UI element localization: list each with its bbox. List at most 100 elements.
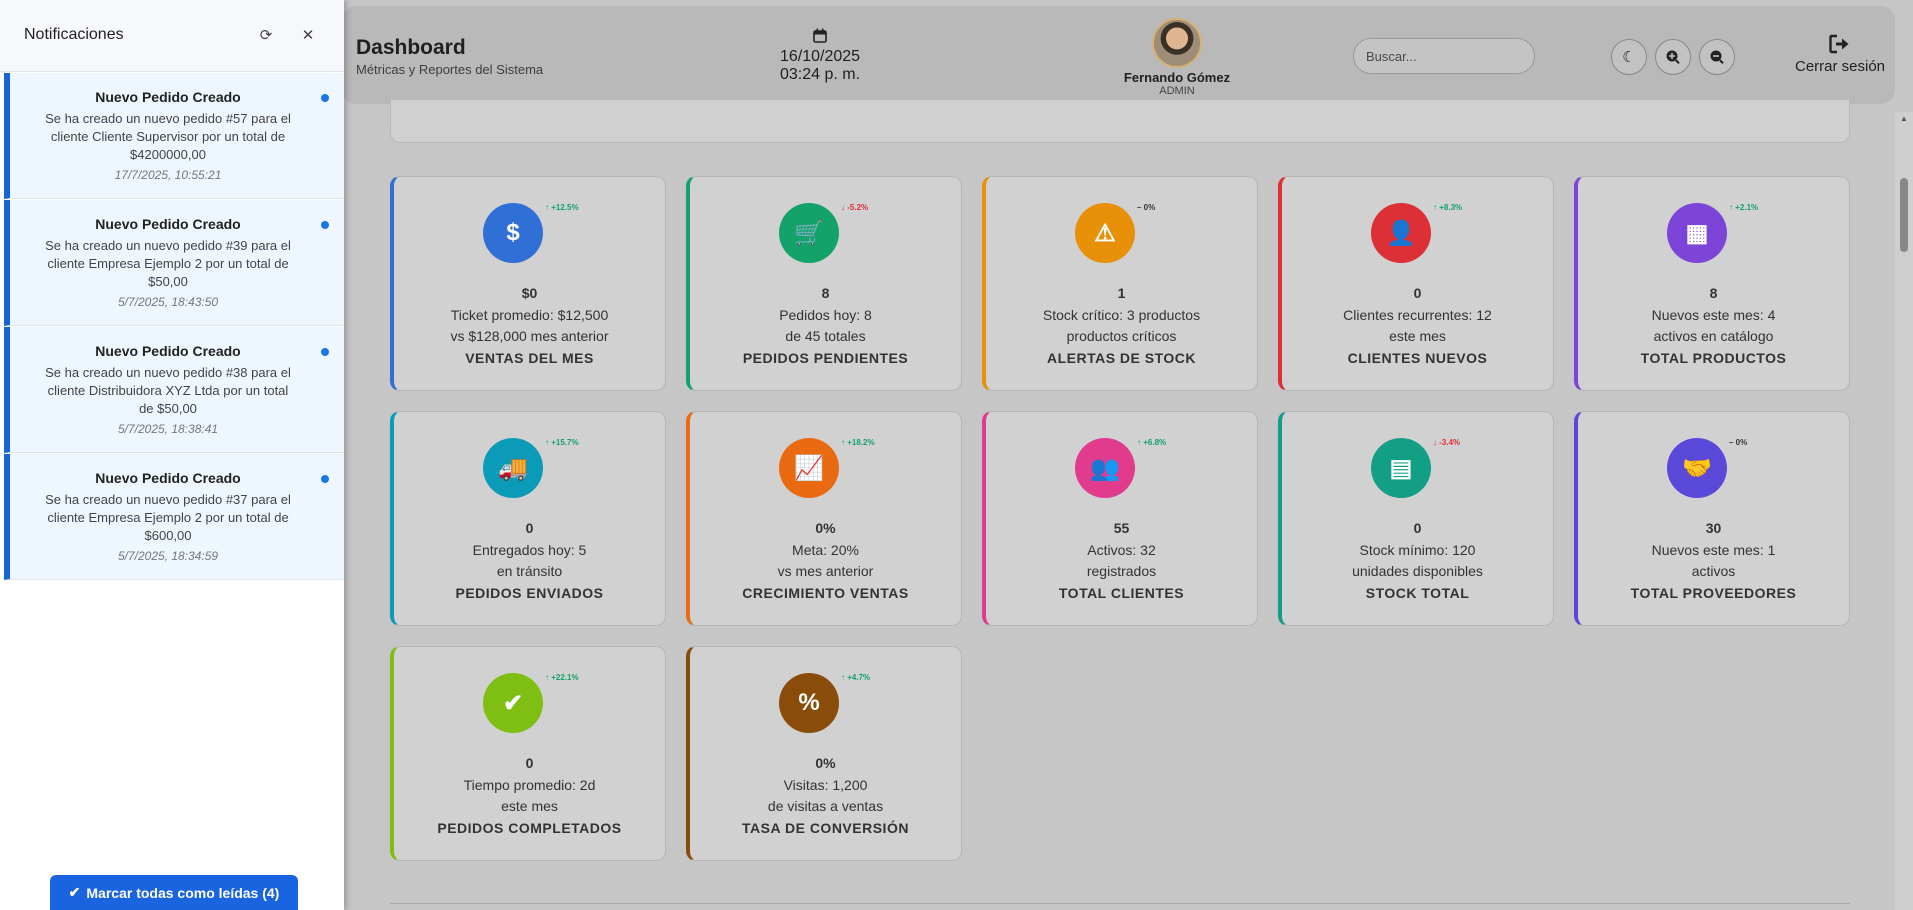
notification-item[interactable]: Nuevo Pedido Creado Se ha creado un nuevo… [4,200,344,326]
notification-item[interactable]: Nuevo Pedido Creado Se ha creado un nuevo… [4,73,344,199]
zoom-out-button[interactable] [1699,39,1735,75]
mark-all-read-button[interactable]: ✔ Marcar todas como leídas (4) [50,875,298,910]
top-header: Dashboard Métricas y Reportes del Sistem… [342,6,1895,104]
metric-card[interactable]: ▦ ↑ +2.1% 8 Nuevos este mes: 4 activos en ca… [1574,176,1850,391]
page-scrollbar[interactable]: ▲ [1895,112,1913,910]
trend-badge: ↓ -5.2% [841,203,868,212]
notification-body: Se ha creado un nuevo pedido #57 para el… [45,111,291,162]
metric-icon-circle: 👤 [1371,203,1431,263]
metric-detail: Visitas: 1,200 [783,777,868,793]
metric-card[interactable]: 👥 ↑ +6.8% 55 Activos: 32 registrados TOTAL CL… [982,411,1258,626]
trend-badge: ↑ +6.8% [1137,438,1166,447]
notification-item[interactable]: Nuevo Pedido Creado Se ha creado un nuevo… [4,454,344,580]
scroll-up-icon[interactable]: ▲ [1900,114,1908,123]
metric-card[interactable]: ✔ ↑ +22.1% 0 Tiempo promedio: 2d este mes PED… [390,646,666,861]
metric-detail-secondary: unidades disponibles [1352,563,1483,579]
metric-value: 30 [1705,520,1722,536]
metric-detail-secondary: este mes [501,798,558,814]
notifications-header: Notificaciones ⟳ ✕ [0,0,344,72]
metric-detail: Pedidos hoy: 8 [779,307,872,323]
metric-detail: Stock mínimo: 120 [1359,542,1476,558]
metric-card[interactable]: % ↑ +4.7% 0% Visitas: 1,200 de visitas a ven… [686,646,962,861]
metric-detail-secondary: activos [1691,563,1736,579]
trend-value: +15.7% [551,438,579,447]
notification-date: 5/7/2025, 18:34:59 [117,549,219,563]
trend-value: +18.2% [847,438,875,447]
close-button[interactable]: ✕ [297,24,319,46]
metric-value: 0% [815,520,836,536]
trend-value: +12.5% [551,203,579,212]
metric-label: ALERTAS DE STOCK [1046,350,1197,366]
trend-value: +2.1% [1735,203,1759,212]
trend-badge: – 0% [1137,203,1155,212]
metric-value: 55 [1113,520,1130,536]
metric-card[interactable]: 📈 ↑ +18.2% 0% Meta: 20% vs mes anterior CRECI… [686,411,962,626]
metric-detail-secondary: este mes [1389,328,1446,344]
top-panel [390,100,1850,143]
trend-badge: ↑ +18.2% [841,438,875,447]
metric-label: PEDIDOS ENVIADOS [455,585,604,601]
warehouse-icon: ▤ [1389,454,1413,482]
metric-card[interactable]: $ ↑ +12.5% $0 Ticket promedio: $12,500 vs $1… [390,176,666,391]
trend-badge: – 0% [1729,438,1747,447]
unread-dot [321,94,329,102]
handshake-icon: 🤝 [1682,454,1712,482]
current-time: 03:24 p. m. [779,66,861,83]
current-date: 16/10/2025 [779,48,861,65]
metric-card[interactable]: 🚚 ↑ +15.7% 0 Entregados hoy: 5 en tránsito PE… [390,411,666,626]
metric-icon-circle: ⚠ [1075,203,1135,263]
metric-value: 1 [1117,285,1126,301]
zoom-in-button[interactable] [1655,39,1691,75]
logout-button[interactable]: Cerrar sesión [1790,34,1890,76]
metric-icon-circle: 🤝 [1667,438,1727,498]
mark-all-read-label: Marcar todas como leídas (4) [86,884,280,901]
refresh-button[interactable]: ⟳ [255,24,277,46]
notification-title: Nuevo Pedido Creado [95,470,241,486]
metric-detail-secondary: de visitas a ventas [767,798,884,814]
metric-label: TOTAL PROVEEDORES [1630,585,1797,601]
metric-card[interactable]: ▤ ↓ -3.4% 0 Stock mínimo: 120 unidades dispo… [1278,411,1554,626]
user-role: ADMIN [1159,85,1195,97]
calendar-icon [755,28,885,48]
metric-value: 8 [821,285,830,301]
refresh-icon: ⟳ [259,27,273,44]
metric-label: TOTAL PRODUCTOS [1640,350,1787,366]
avatar[interactable] [1152,18,1202,68]
user-profile[interactable]: Fernando Gómez ADMIN [1102,18,1252,97]
unread-dot [321,475,329,483]
dark-mode-button[interactable]: ☾ [1611,39,1647,75]
metric-card[interactable]: 🛒 ↓ -5.2% 8 Pedidos hoy: 8 de 45 totales PEDI… [686,176,962,391]
metric-detail: Entregados hoy: 5 [472,542,587,558]
metric-detail: Stock crítico: 3 productos [1042,307,1201,323]
metric-detail-secondary: vs $128,000 mes anterior [450,328,609,344]
search-input[interactable] [1353,38,1535,74]
metric-icon-circle: ✔ [483,673,543,733]
trend-value: +8.3% [1439,203,1463,212]
metric-detail: Nuevos este mes: 4 [1651,307,1776,323]
metric-value: $0 [521,285,538,301]
trend-value: -5.2% [847,203,869,212]
notification-body: Se ha creado un nuevo pedido #38 para el… [45,365,291,416]
metric-value: 0 [525,520,534,536]
metric-card[interactable]: 🤝 – 0% 30 Nuevos este mes: 1 activos TOTAL PR… [1574,411,1850,626]
boxes-icon: ▦ [1685,219,1709,247]
metric-card[interactable]: ⚠ – 0% 1 Stock crítico: 3 productos producto… [982,176,1258,391]
double-check-icon: ✔ [68,884,81,900]
metric-detail-secondary: en tránsito [496,563,563,579]
notification-title: Nuevo Pedido Creado [95,216,241,232]
zoom-out-icon [1710,50,1724,65]
chart-line-icon: 📈 [794,454,824,482]
metric-label: PEDIDOS COMPLETADOS [437,820,622,836]
metric-value: 0 [525,755,534,771]
metric-value: 0 [1413,520,1422,536]
close-icon: ✕ [301,27,315,44]
minus-icon: – [1137,203,1144,212]
metric-detail-secondary: de 45 totales [785,328,866,344]
cart-icon: 🛒 [794,219,824,247]
trend-badge: ↑ +22.1% [545,673,579,682]
divider [390,903,1850,904]
metric-card[interactable]: 👤 ↑ +8.3% 0 Clientes recurrentes: 12 este me… [1278,176,1554,391]
scroll-thumb[interactable] [1900,178,1908,252]
trend-value: +4.7% [847,673,871,682]
notification-item[interactable]: Nuevo Pedido Creado Se ha creado un nuevo… [4,327,344,453]
